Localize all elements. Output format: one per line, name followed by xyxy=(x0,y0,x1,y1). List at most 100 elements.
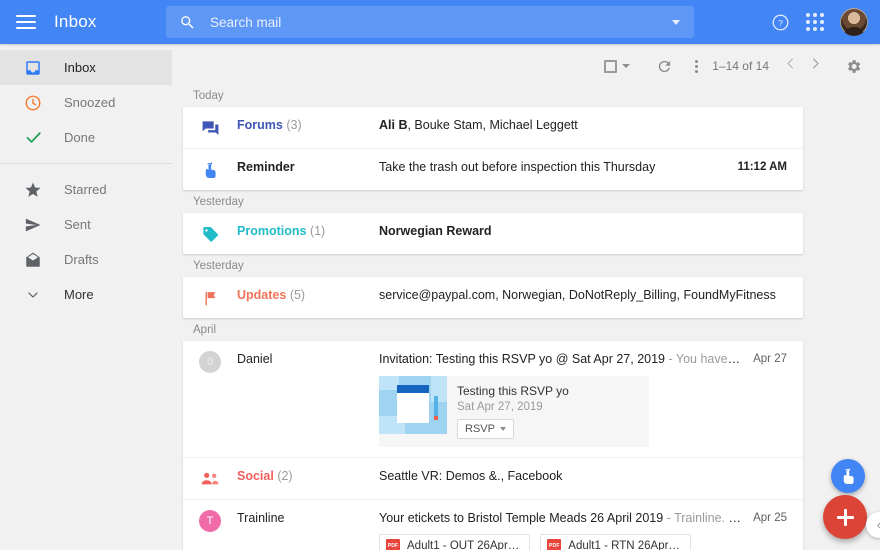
row-subject: Your etickets to Bristol Temple Meads 26… xyxy=(379,511,741,525)
sidebar-item-more[interactable]: More xyxy=(0,277,172,312)
attachment-name: Adult1 - OUT 26Apr… xyxy=(407,540,520,550)
mail-group-card: Forums (3) Ali B, Bouke Stam, Michael Le… xyxy=(183,107,803,190)
svg-text:?: ? xyxy=(778,17,783,27)
table-row[interactable]: 0 Daniel Invitation: Testing this RSVP y… xyxy=(183,341,803,457)
attachment-chip[interactable]: PDF Adult1 - OUT 26Apr… xyxy=(379,534,531,550)
social-people-icon xyxy=(197,469,223,489)
day-divider: April xyxy=(193,324,217,336)
table-row[interactable]: Social (2) Seattle VR: Demos &., Faceboo… xyxy=(183,457,803,499)
rsvp-button-label: RSVP xyxy=(465,423,495,435)
calendar-invite-thumbnail-icon xyxy=(379,376,447,434)
attachment-chip[interactable]: PDF Adult1 - RTN 26Apr… xyxy=(540,534,691,550)
refresh-button[interactable] xyxy=(656,58,673,75)
sidebar-item-starred[interactable]: Starred xyxy=(0,172,172,207)
search-icon xyxy=(179,14,196,31)
sender-name: Reminder xyxy=(237,160,295,174)
row-subject: service@paypal.com, Norwegian, DoNotRepl… xyxy=(379,288,776,302)
rsvp-date: Sat Apr 27, 2019 xyxy=(457,401,543,413)
next-page-chevron-right-icon[interactable] xyxy=(808,56,823,76)
rsvp-title: Testing this RSVP yo xyxy=(457,384,569,398)
row-subject: Invitation: Testing this RSVP yo @ Sat A… xyxy=(379,352,741,366)
row-date: Apr 25 xyxy=(753,512,787,524)
rsvp-attachment-card[interactable]: Testing this RSVP yo Sat Apr 27, 2019 RS… xyxy=(379,376,649,447)
row-subject: Norwegian Reward xyxy=(379,224,492,238)
day-divider: Yesterday xyxy=(193,196,244,208)
search-bar[interactable] xyxy=(166,6,694,38)
apps-grid-icon[interactable] xyxy=(806,13,824,31)
search-options-chevron-down-icon[interactable] xyxy=(672,19,680,25)
settings-button[interactable] xyxy=(845,58,862,75)
sender-name: Daniel xyxy=(237,352,273,366)
checkbox-icon xyxy=(604,59,618,73)
flag-icon xyxy=(197,288,223,308)
sidebar-item-done[interactable]: Done xyxy=(0,120,172,155)
forums-icon xyxy=(197,118,223,138)
day-divider: Yesterday xyxy=(193,260,244,272)
category-name: Promotions (1) xyxy=(237,224,326,238)
reminder-finger-icon xyxy=(197,160,223,180)
table-row[interactable]: T Trainline Your etickets to Bristol Tem… xyxy=(183,499,803,550)
sidebar-item-snoozed[interactable]: Snoozed xyxy=(0,85,172,120)
inbox-icon xyxy=(22,59,44,77)
sidebar-item-label: Snoozed xyxy=(64,95,116,110)
pdf-file-icon: PDF xyxy=(547,539,562,550)
pdf-file-icon: PDF xyxy=(386,539,400,550)
gmail-app-window: Inbox ? Inbox xyxy=(0,0,880,550)
help-icon[interactable]: ? xyxy=(771,13,790,32)
user-avatar[interactable] xyxy=(840,8,868,36)
table-row[interactable]: Promotions (1) Norwegian Reward xyxy=(183,213,803,254)
pagination-count: 1–14 of 14 xyxy=(712,59,769,73)
header-actions: ? xyxy=(771,0,868,44)
send-icon xyxy=(22,216,44,234)
row-date: Apr 27 xyxy=(753,353,787,365)
sidebar-item-drafts[interactable]: Drafts xyxy=(0,242,172,277)
chevron-left-icon xyxy=(876,521,880,529)
sidebar-item-label: Drafts xyxy=(64,252,99,267)
sidebar: Inbox Snoozed Done Starred Sent Drafts M… xyxy=(0,44,172,550)
table-row[interactable]: Forums (3) Ali B, Bouke Stam, Michael Le… xyxy=(183,107,803,148)
avatar-initial: T xyxy=(199,510,221,532)
more-options-kebab-menu-icon[interactable] xyxy=(695,59,699,73)
row-subject: Ali B, Bouke Stam, Michael Leggett xyxy=(379,118,578,132)
hamburger-menu-icon[interactable] xyxy=(16,15,36,29)
sidebar-item-label: Starred xyxy=(64,182,107,197)
chevron-down-icon xyxy=(499,427,506,431)
attachment-chips: PDF Adult1 - OUT 26Apr… PDF Adult1 - RTN… xyxy=(379,534,741,550)
attachment-name: Adult1 - RTN 26Apr… xyxy=(568,540,680,550)
row-subject: Take the trash out before inspection thi… xyxy=(379,160,656,174)
search-input[interactable] xyxy=(210,6,672,38)
expand-panel-button[interactable] xyxy=(866,512,880,538)
mail-group-card: 0 Daniel Invitation: Testing this RSVP y… xyxy=(183,341,803,550)
row-content: Ali B, Bouke Stam, Michael Leggett xyxy=(379,117,787,132)
rsvp-button[interactable]: RSVP xyxy=(457,419,514,439)
create-reminder-button[interactable] xyxy=(831,459,865,493)
refresh-icon xyxy=(659,60,671,72)
sidebar-item-label: Done xyxy=(64,130,96,145)
rsvp-details: Testing this RSVP yo Sat Apr 27, 2019 RS… xyxy=(447,376,579,447)
mail-group-card: Promotions (1) Norwegian Reward xyxy=(183,213,803,254)
table-row[interactable]: Updates (5) service@paypal.com, Norwegia… xyxy=(183,277,803,318)
check-icon xyxy=(22,128,44,147)
star-icon xyxy=(22,181,44,199)
avatar: 0 xyxy=(197,351,223,373)
tag-icon xyxy=(197,224,223,244)
category-name: Social (2) xyxy=(237,469,293,483)
sidebar-divider xyxy=(0,163,172,164)
app-header: Inbox ? xyxy=(0,0,880,44)
sidebar-item-sent[interactable]: Sent xyxy=(0,207,172,242)
category-name: Forums (3) xyxy=(237,118,302,132)
mail-group-card: Updates (5) service@paypal.com, Norwegia… xyxy=(183,277,803,318)
reminder-finger-icon xyxy=(843,468,854,484)
list-toolbar: 1–14 of 14 xyxy=(172,44,880,88)
sidebar-item-label: Sent xyxy=(64,217,91,232)
day-divider: Today xyxy=(193,90,224,102)
table-row[interactable]: Reminder Take the trash out before inspe… xyxy=(183,148,803,190)
draft-icon xyxy=(22,251,44,269)
sender-name: Trainline xyxy=(237,511,285,525)
select-all-checkbox[interactable] xyxy=(604,59,631,73)
sidebar-item-inbox[interactable]: Inbox xyxy=(0,50,172,85)
category-name: Updates (5) xyxy=(237,288,306,302)
compose-button[interactable] xyxy=(823,495,867,539)
sidebar-item-label: Inbox xyxy=(64,60,96,75)
previous-page-chevron-left-icon[interactable] xyxy=(783,56,798,76)
